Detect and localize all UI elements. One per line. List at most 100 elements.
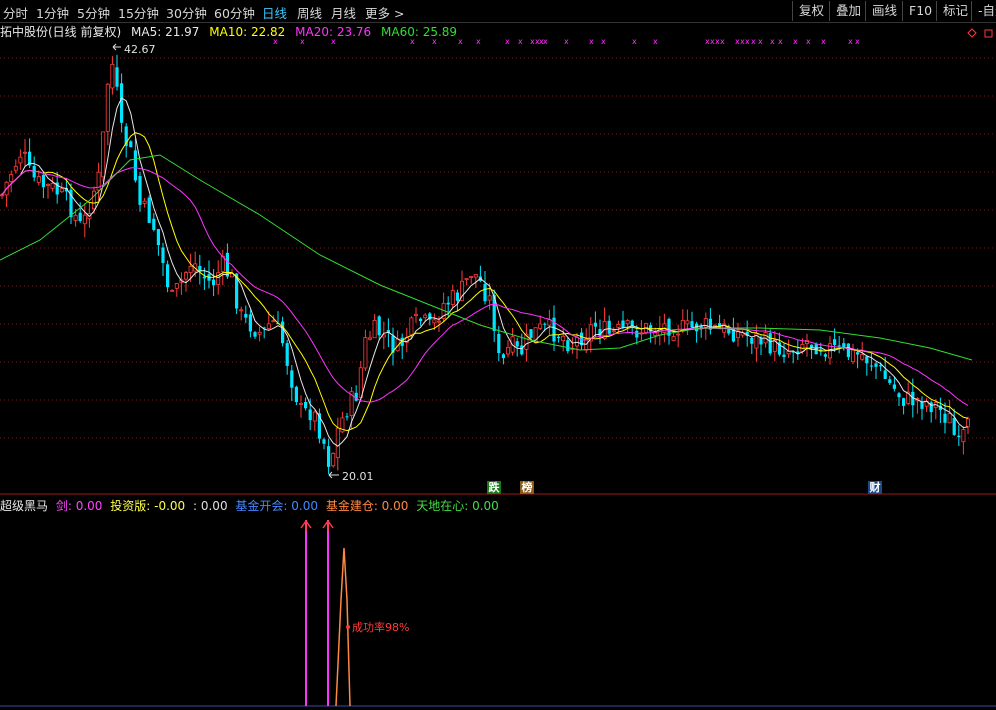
candle-body-up bbox=[96, 171, 101, 191]
candle-body-down bbox=[64, 187, 68, 192]
up-arrow-icon bbox=[322, 519, 334, 531]
candle-body-down bbox=[566, 340, 570, 352]
signal-marker: x bbox=[770, 37, 775, 46]
candle-body-down bbox=[455, 292, 459, 301]
candle-body-down bbox=[290, 370, 294, 388]
signal-marker: x bbox=[530, 37, 535, 46]
candle-body-up bbox=[50, 183, 55, 189]
candle-body-up bbox=[193, 263, 198, 272]
signal-marker: x bbox=[476, 37, 481, 46]
candle-body-down bbox=[552, 317, 556, 342]
fuquan-button[interactable]: 复权 bbox=[792, 1, 830, 21]
candle-body-down bbox=[235, 273, 239, 309]
signal-marker: x bbox=[710, 37, 715, 46]
candle-body-down bbox=[253, 332, 257, 337]
signal-marker: x bbox=[740, 37, 745, 46]
tag-ranking[interactable]: 榜 bbox=[520, 481, 534, 494]
candle-body-up bbox=[906, 391, 911, 404]
candle-body-up bbox=[266, 323, 271, 329]
candle-body-up bbox=[510, 336, 515, 353]
candle-body-down bbox=[377, 316, 381, 336]
candle-body-up bbox=[372, 320, 377, 339]
mark-button[interactable]: 标记 bbox=[936, 1, 974, 21]
candle-body-down bbox=[823, 354, 827, 357]
candle-body-up bbox=[73, 214, 78, 221]
overlay-button[interactable]: 叠加 bbox=[829, 1, 867, 21]
candle-body-up bbox=[36, 176, 41, 183]
candle-body-up bbox=[805, 340, 810, 344]
candle-body-down bbox=[598, 329, 602, 336]
ma-info-bar: 拓中股份(日线 前复权) MA5: 21.97 MA10: 22.82 MA20… bbox=[0, 23, 463, 39]
candle-body-down bbox=[28, 151, 32, 166]
ma20-line bbox=[1, 167, 969, 406]
candle-body-down bbox=[621, 320, 625, 328]
candle-body-down bbox=[902, 398, 906, 406]
tab-fenshi[interactable]: 分时 bbox=[3, 3, 28, 22]
candle-body-down bbox=[354, 392, 358, 401]
draw-button[interactable]: 画线 bbox=[865, 1, 903, 21]
candle-body-up bbox=[271, 320, 276, 323]
candle-body-up bbox=[367, 337, 372, 340]
signal-marker: x bbox=[705, 37, 710, 46]
tag-drop[interactable]: 跌 bbox=[487, 481, 501, 494]
signal-marker: x bbox=[543, 37, 548, 46]
candle-body-up bbox=[13, 165, 18, 171]
tab-1min[interactable]: 1分钟 bbox=[36, 3, 69, 22]
tab-30min[interactable]: 30分钟 bbox=[166, 3, 207, 22]
candle-body-up bbox=[423, 314, 428, 318]
candle-body-down bbox=[386, 330, 390, 334]
annotation-dot bbox=[346, 625, 350, 629]
candle-body-down bbox=[814, 344, 818, 355]
success-rate-annotation: 成功率98% bbox=[352, 620, 409, 634]
candle-body-down bbox=[248, 314, 252, 332]
watchlist-button[interactable]: -自选 bbox=[971, 1, 996, 21]
candle-body-up bbox=[9, 174, 14, 182]
candle-body-down bbox=[428, 313, 432, 320]
candle-body-down bbox=[129, 141, 133, 148]
signal-marker: x bbox=[518, 37, 523, 46]
candle-body-down bbox=[750, 337, 754, 344]
candle-body-up bbox=[469, 276, 474, 278]
tab-monthly[interactable]: 月线 bbox=[331, 3, 356, 22]
moving-average-lines bbox=[0, 97, 973, 447]
tab-15min[interactable]: 15分钟 bbox=[118, 3, 159, 22]
ma10-line bbox=[1, 132, 969, 432]
high-arrow-icon bbox=[112, 43, 121, 51]
candle-body-down bbox=[276, 322, 280, 324]
tab-weekly[interactable]: 周线 bbox=[297, 3, 322, 22]
candle-body-up bbox=[340, 417, 345, 433]
kline-chart[interactable]: xxxxxxxxxxxxxxxxxxxxxxxxxxxxxxxxxx 42.67… bbox=[0, 0, 996, 710]
candle-body-up bbox=[505, 346, 510, 355]
signal-marker: x bbox=[715, 37, 720, 46]
candle-body-down bbox=[810, 344, 814, 348]
candle-body-down bbox=[883, 370, 887, 379]
candle-body-up bbox=[662, 323, 667, 333]
candle-body-up bbox=[736, 330, 741, 339]
tag-finance[interactable]: 财 bbox=[868, 481, 882, 494]
candle-body-up bbox=[561, 335, 566, 342]
signal-marker: x bbox=[735, 37, 740, 46]
candle-body-down bbox=[400, 337, 404, 346]
candle-body-up bbox=[524, 333, 529, 350]
candle-body-up bbox=[602, 320, 607, 339]
f10-button[interactable]: F10 bbox=[902, 1, 938, 21]
candle-body-up bbox=[961, 429, 966, 443]
candle-body-down bbox=[147, 197, 151, 223]
candle-body-up bbox=[441, 303, 446, 320]
indicator-name: 超级黑马 bbox=[0, 499, 49, 513]
tab-5min[interactable]: 5分钟 bbox=[77, 3, 110, 22]
tab-daily[interactable]: 日线 bbox=[262, 3, 287, 22]
indicator-touziban: 投资版: -0.00 bbox=[110, 499, 186, 513]
candle-body-up bbox=[851, 349, 856, 363]
candle-body-up bbox=[933, 402, 938, 408]
candle-body-down bbox=[768, 333, 772, 354]
candle-body-up bbox=[538, 323, 543, 329]
candle-body-down bbox=[731, 329, 735, 342]
candle-body-up bbox=[703, 318, 708, 328]
tab-60min[interactable]: 60分钟 bbox=[214, 3, 255, 22]
candle-body-down bbox=[911, 391, 915, 406]
candle-body-down bbox=[124, 126, 128, 146]
tab-more[interactable]: 更多 > bbox=[365, 3, 404, 22]
low-price-label: 20.01 bbox=[342, 470, 374, 483]
candle-body-down bbox=[874, 363, 878, 367]
